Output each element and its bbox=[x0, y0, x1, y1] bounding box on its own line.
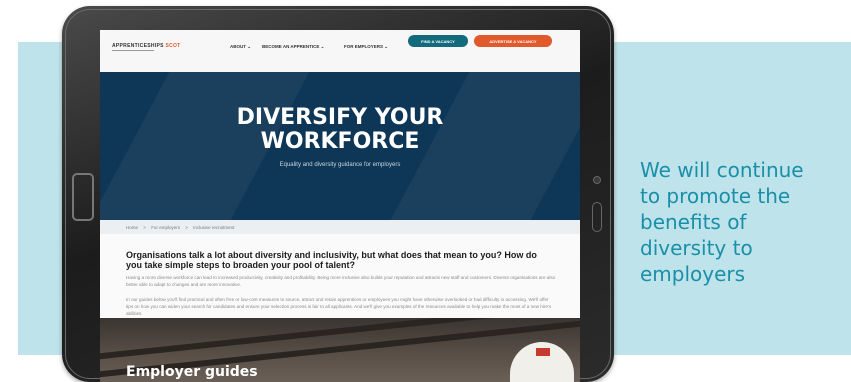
nav-for-employers[interactable]: FOR EMPLOYERS ⌄ bbox=[344, 44, 388, 50]
employer-guides-photo: Employer guides bbox=[100, 318, 580, 382]
breadcrumb: Home > For employers > Inclusive recruit… bbox=[100, 220, 580, 234]
breadcrumb-separator: > bbox=[185, 225, 188, 230]
breadcrumb-separator: > bbox=[143, 225, 146, 230]
nav-about[interactable]: ABOUT ⌄ bbox=[230, 44, 251, 50]
caption-line: diversity to bbox=[640, 236, 753, 260]
site-logo[interactable]: APPRENTICESHIPS SCOT bbox=[112, 43, 181, 49]
home-button-icon bbox=[72, 173, 94, 221]
side-key-icon bbox=[592, 202, 602, 232]
camera-sensor-icon bbox=[593, 176, 601, 184]
advertise-vacancy-button[interactable]: ADVERTISE A VACANCY bbox=[474, 35, 552, 47]
find-vacancy-button[interactable]: FIND A VACANCY bbox=[408, 35, 468, 47]
caption-line: benefits of bbox=[640, 210, 747, 234]
page-headline: Organisations talk a lot about diversity… bbox=[126, 250, 537, 270]
tablet-screen: APPRENTICESHIPS SCOT ABOUT ⌄ BECOME AN A… bbox=[100, 30, 580, 382]
hero-title-line: DIVERSIFY YOUR bbox=[236, 105, 444, 130]
hard-hat-badge-icon bbox=[536, 348, 550, 356]
breadcrumb-for-employers[interactable]: For employers bbox=[151, 225, 180, 230]
logo-text: APPRENTICESHIPS bbox=[112, 43, 164, 49]
hero-subtitle: Equality and diversity guidance for empl… bbox=[279, 162, 401, 168]
nav-become-apprentice[interactable]: BECOME AN APPRENTICE ⌄ bbox=[262, 44, 324, 50]
intro-paragraph: Having a more diverse workforce can lead… bbox=[126, 275, 556, 287]
caption-line: employers bbox=[640, 262, 746, 286]
hero-title-line: WORKFORCE bbox=[260, 129, 420, 154]
photo-beam bbox=[100, 318, 580, 361]
hero-title: DIVERSIFY YOUR WORKFORCE bbox=[100, 106, 580, 154]
logo-underline bbox=[112, 50, 154, 51]
caption-line: We will continue bbox=[640, 158, 804, 182]
hero-banner: DIVERSIFY YOUR WORKFORCE Equality and di… bbox=[100, 72, 580, 220]
caption-text: We will continue to promote the benefits… bbox=[640, 157, 840, 287]
caption-line: to promote the bbox=[640, 184, 791, 208]
breadcrumb-current: Inclusive recruitment bbox=[193, 225, 235, 230]
site-header: APPRENTICESHIPS SCOT ABOUT ⌄ BECOME AN A… bbox=[100, 30, 580, 72]
section-title: Employer guides bbox=[126, 364, 258, 380]
guides-paragraph: In our guides below you'll find practica… bbox=[126, 297, 552, 316]
breadcrumb-home[interactable]: Home bbox=[126, 225, 138, 230]
logo-accent: SCOT bbox=[165, 43, 181, 49]
